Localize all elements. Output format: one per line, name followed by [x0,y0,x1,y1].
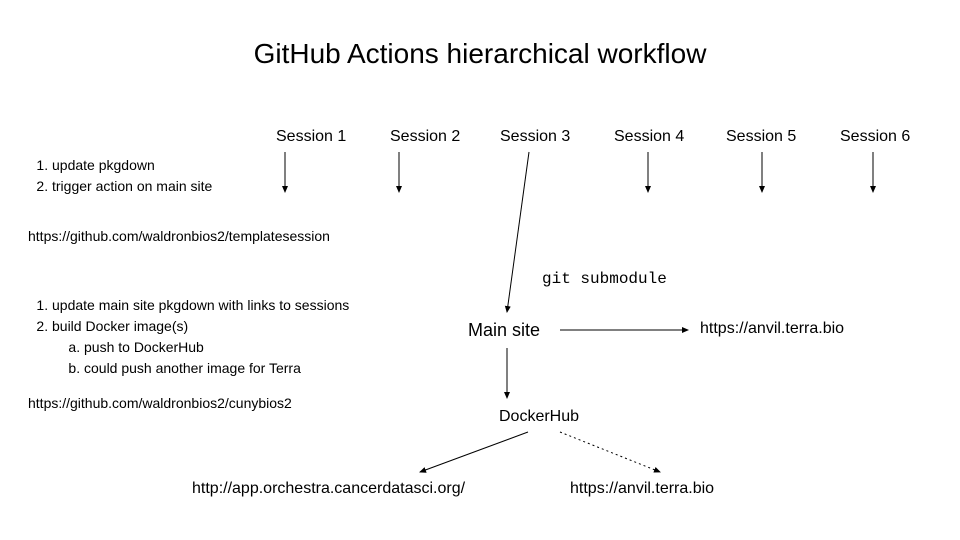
session-4: Session 4 [614,128,684,146]
mid-step-2a: push to DockerHub [84,337,349,358]
main-site-node: Main site [468,320,540,341]
session-3: Session 3 [500,128,570,146]
anvil-top-url: https://anvil.terra.bio [700,320,844,338]
top-step-1: update pkgdown [52,155,212,176]
mid-step-2-text: build Docker image(s) [52,318,188,334]
diagram-arrows [0,0,960,540]
template-session-url: https://github.com/waldronbios2/template… [28,228,330,244]
session-1: Session 1 [276,128,346,146]
anvil-bottom-url: https://anvil.terra.bio [570,480,714,498]
mid-step-2: build Docker image(s) push to DockerHub … [52,316,349,379]
session-5: Session 5 [726,128,796,146]
mid-step-2b: could push another image for Terra [84,358,349,379]
top-steps-list: update pkgdown trigger action on main si… [28,155,212,197]
session-6: Session 6 [840,128,910,146]
orchestra-url: http://app.orchestra.cancerdatasci.org/ [192,480,465,498]
git-submodule-label: git submodule [542,270,667,288]
mid-step-1: update main site pkgdown with links to s… [52,295,349,316]
page-title: GitHub Actions hierarchical workflow [0,38,960,70]
session-2: Session 2 [390,128,460,146]
top-step-2: trigger action on main site [52,176,212,197]
mid-steps-list: update main site pkgdown with links to s… [28,295,349,379]
dockerhub-node: DockerHub [499,408,579,426]
cunybios-url: https://github.com/waldronbios2/cunybios… [28,395,292,411]
